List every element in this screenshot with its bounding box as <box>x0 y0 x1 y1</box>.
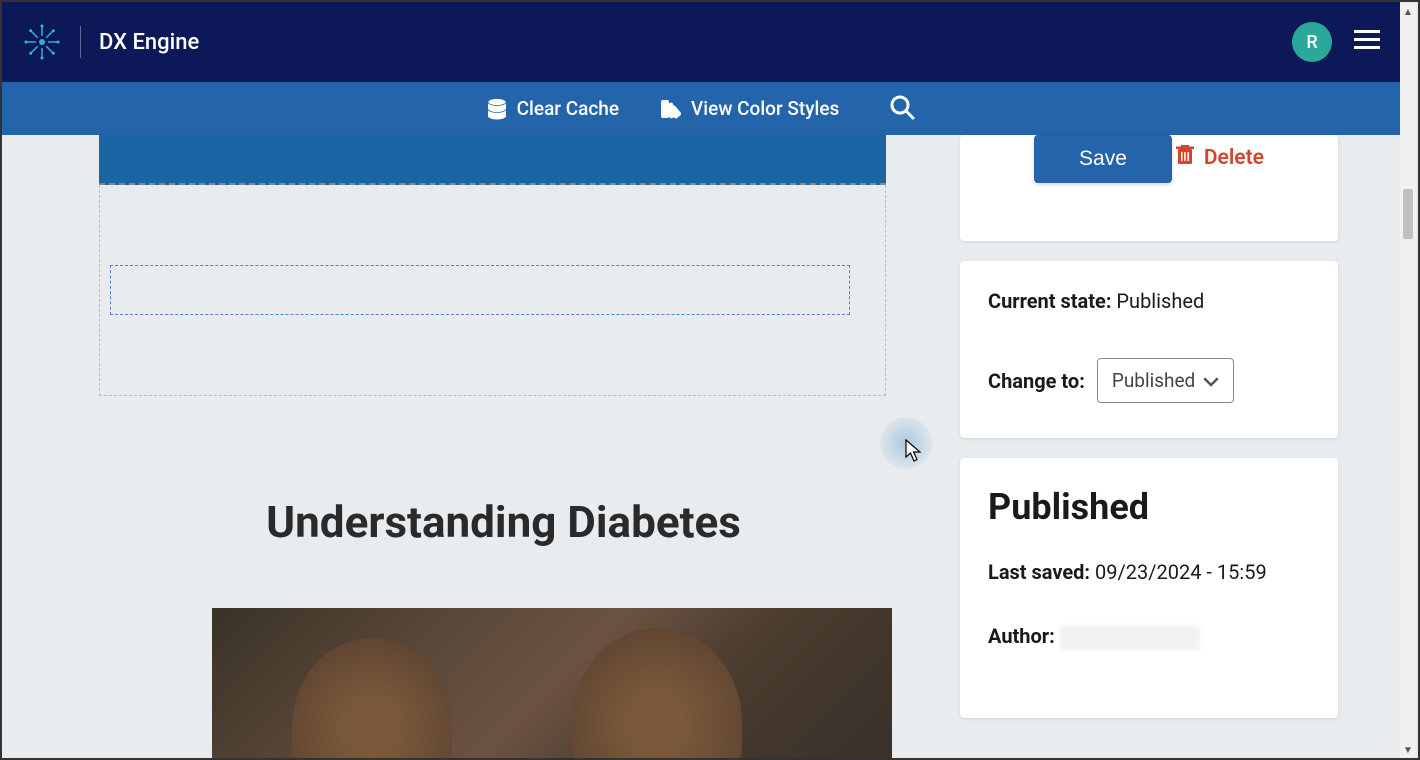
last-saved-row: Last saved: 09/23/2024 - 15:59 <box>988 560 1310 584</box>
clear-cache-label: Clear Cache <box>517 97 619 120</box>
logo-divider <box>80 26 81 58</box>
delete-button[interactable]: Delete <box>1176 145 1264 171</box>
sidebar: Save Delete Current state: <box>940 135 1400 758</box>
state-select-value: Published <box>1112 369 1195 392</box>
clear-cache-button[interactable]: Clear Cache <box>487 97 619 120</box>
search-icon <box>889 94 915 120</box>
scrollbar-thumb[interactable] <box>1403 189 1413 239</box>
scrollbar-up-arrow[interactable]: ▲ <box>1400 4 1416 20</box>
change-state-row: Change to: Published <box>988 358 1310 403</box>
hamburger-menu-icon[interactable] <box>1354 29 1380 55</box>
chevron-down-icon <box>1203 369 1219 392</box>
search-button[interactable] <box>889 94 915 124</box>
content-hero-block[interactable] <box>99 135 886 185</box>
avatar[interactable]: R <box>1292 22 1332 62</box>
current-state-row: Current state: Published <box>988 289 1310 313</box>
change-to-label: Change to: <box>988 369 1085 393</box>
swatch-icon <box>659 98 681 120</box>
view-color-styles-button[interactable]: View Color Styles <box>659 97 839 120</box>
author-label: Author: <box>988 624 1055 648</box>
view-color-styles-label: View Color Styles <box>691 97 839 120</box>
meta-title: Published <box>988 486 1310 528</box>
content-area: Understanding Diabetes <box>2 135 940 758</box>
last-saved-value: 09/23/2024 - 15:59 <box>1095 560 1267 584</box>
scrollbar-down-arrow[interactable]: ▼ <box>1400 742 1416 758</box>
main-container: Understanding Diabetes Save <box>2 135 1400 758</box>
dropzone-inner[interactable] <box>110 265 850 315</box>
meta-card: Published Last saved: 09/23/2024 - 15:59… <box>960 458 1338 718</box>
delete-label: Delete <box>1204 146 1264 170</box>
article-title: Understanding Diabetes <box>104 496 904 548</box>
header-left: DX Engine <box>22 22 199 62</box>
logo-icon[interactable] <box>22 22 62 62</box>
app-name[interactable]: DX Engine <box>99 30 199 55</box>
author-row: Author: <box>988 624 1310 650</box>
state-select[interactable]: Published <box>1097 358 1234 403</box>
app-header: DX Engine R <box>2 2 1400 82</box>
trash-icon <box>1176 145 1194 171</box>
state-card: Current state: Published Change to: Publ… <box>960 261 1338 438</box>
database-icon <box>487 98 507 120</box>
article-hero-image[interactable] <box>212 608 892 758</box>
author-value-redacted <box>1060 626 1200 650</box>
actions-card: Save Delete <box>960 135 1338 241</box>
current-state-value: Published <box>1116 289 1204 313</box>
save-button[interactable]: Save <box>1034 135 1172 183</box>
header-right: R <box>1292 22 1380 62</box>
dropzone-outer[interactable] <box>99 185 886 396</box>
last-saved-label: Last saved: <box>988 560 1090 584</box>
scrollbar-vertical[interactable]: ▲ ▼ <box>1400 4 1416 758</box>
toolbar: Clear Cache View Color Styles <box>2 82 1400 135</box>
current-state-label: Current state: <box>988 289 1111 313</box>
